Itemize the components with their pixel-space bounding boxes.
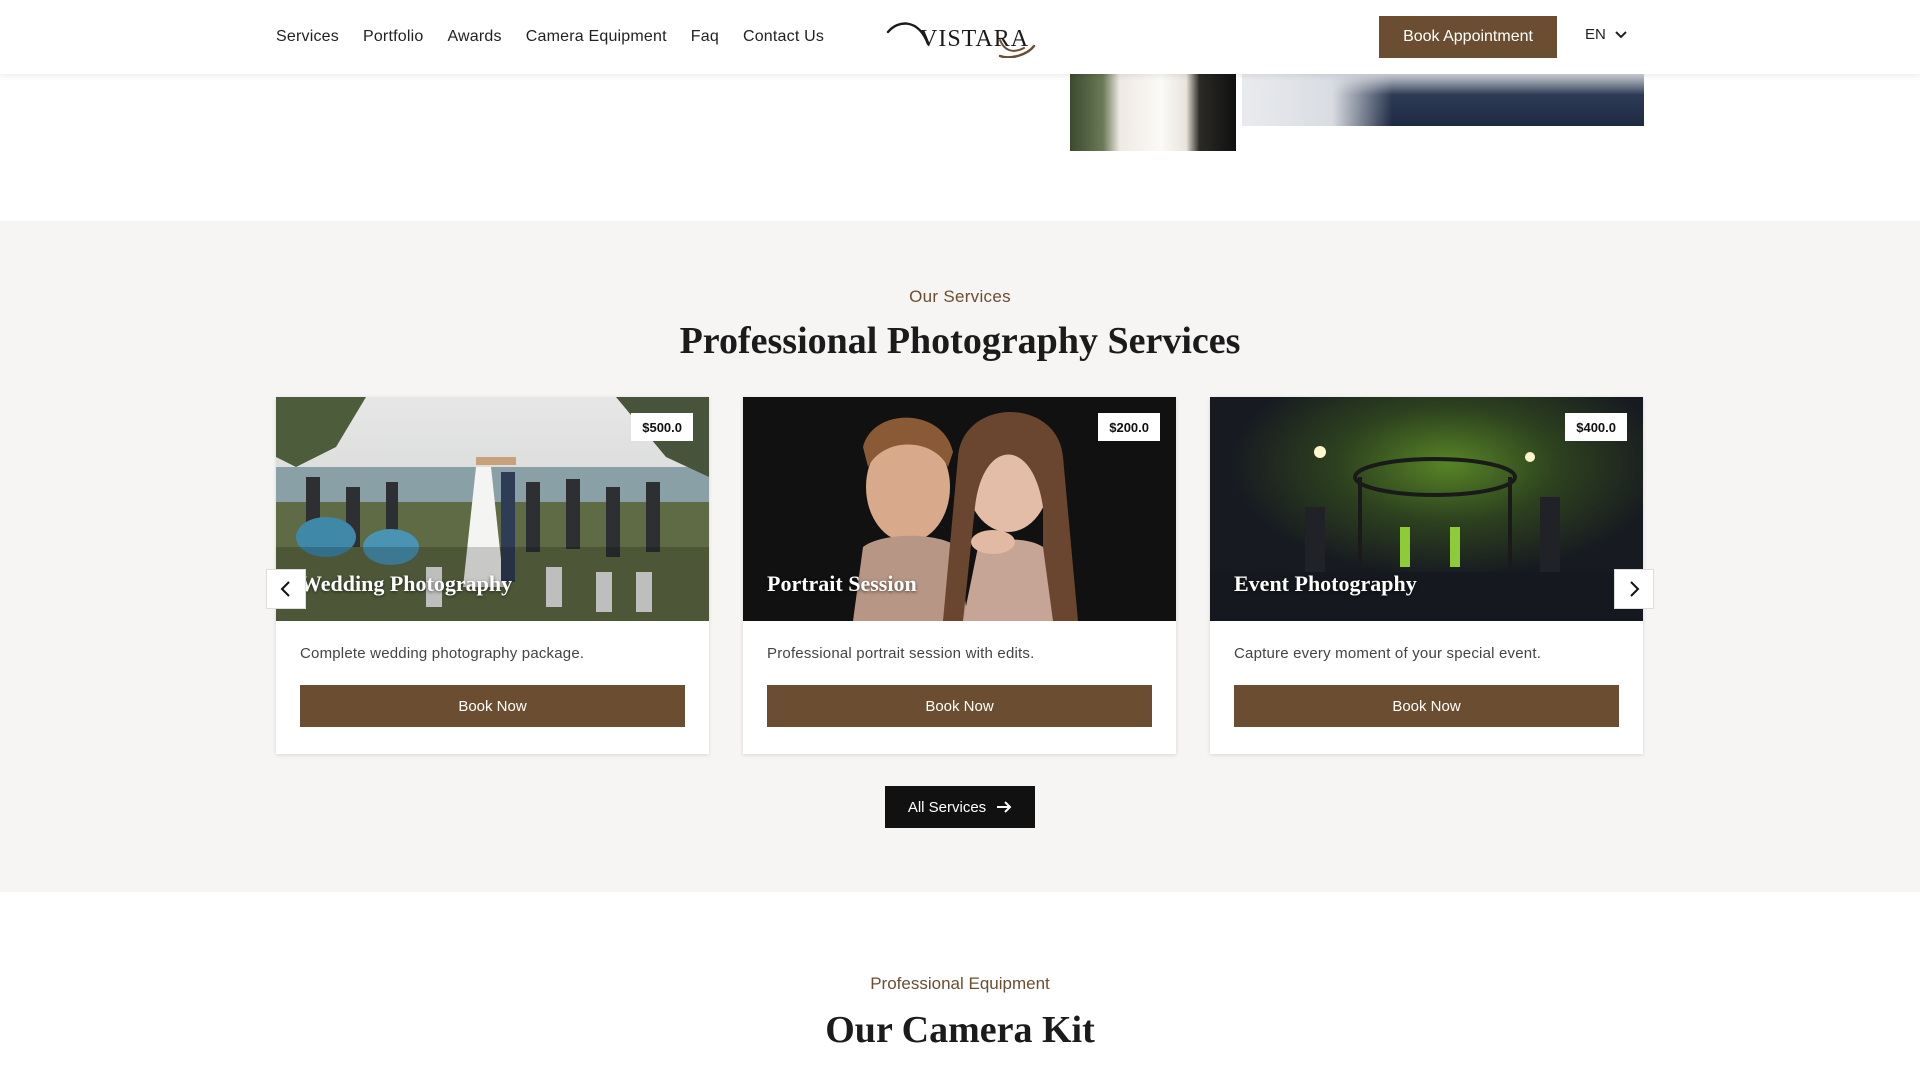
nav-faq[interactable]: Faq [691, 28, 719, 46]
service-title: Event Photography [1234, 571, 1417, 596]
language-selector[interactable]: EN [1585, 26, 1628, 43]
service-card-event: $400.0 Event Photography Capture every m… [1210, 397, 1643, 754]
chevron-left-icon [280, 581, 290, 597]
services-section: Our Services Professional Photography Se… [0, 221, 1920, 892]
service-description: Professional portrait session with edits… [767, 645, 1035, 662]
all-services-label: All Services [907, 798, 987, 816]
hero-detail-photo [1242, 74, 1644, 126]
chevron-right-icon [1630, 581, 1640, 597]
arrow-right-icon [997, 801, 1012, 813]
nav-portfolio[interactable]: Portfolio [363, 28, 424, 46]
equipment-title: Our Camera Kit [825, 1009, 1095, 1051]
carousel-next-button[interactable] [1614, 569, 1654, 609]
service-card-wedding: $500.0 Wedding Photography Complete wedd… [276, 397, 709, 754]
equipment-eyebrow: Professional Equipment [870, 974, 1050, 993]
chevron-down-icon [1615, 30, 1627, 38]
book-now-button[interactable]: Book Now [1234, 685, 1619, 727]
services-eyebrow: Our Services [909, 287, 1011, 306]
service-description: Capture every moment of your special eve… [1234, 645, 1542, 662]
hero-couple-photo [1070, 74, 1236, 151]
nav-camera-equipment[interactable]: Camera Equipment [526, 28, 667, 46]
logo[interactable]: VISTARA [884, 14, 1036, 59]
service-card-portrait: $200.0 Portrait Session Professional por… [743, 397, 1176, 754]
carousel-prev-button[interactable] [266, 569, 306, 609]
book-now-button[interactable]: Book Now [300, 685, 685, 727]
book-now-button[interactable]: Book Now [767, 685, 1152, 727]
service-title: Wedding Photography [300, 571, 513, 596]
nav-contact-us[interactable]: Contact Us [743, 28, 824, 46]
price-badge: $200.0 [1098, 413, 1160, 441]
service-title: Portrait Session [767, 571, 917, 596]
all-services-button[interactable]: All Services [885, 786, 1035, 828]
main-nav: Services Portfolio Awards Camera Equipme… [276, 0, 824, 74]
book-appointment-button[interactable]: Book Appointment [1379, 16, 1557, 58]
price-badge: $400.0 [1565, 413, 1627, 441]
language-label: EN [1585, 26, 1606, 43]
service-description: Complete wedding photography package. [300, 645, 585, 662]
site-header: Services Portfolio Awards Camera Equipme… [0, 0, 1920, 74]
nav-awards[interactable]: Awards [447, 28, 501, 46]
services-title: Professional Photography Services [679, 320, 1241, 362]
nav-services[interactable]: Services [276, 28, 339, 46]
price-badge: $500.0 [631, 413, 693, 441]
logo-text: VISTARA [920, 26, 1030, 52]
